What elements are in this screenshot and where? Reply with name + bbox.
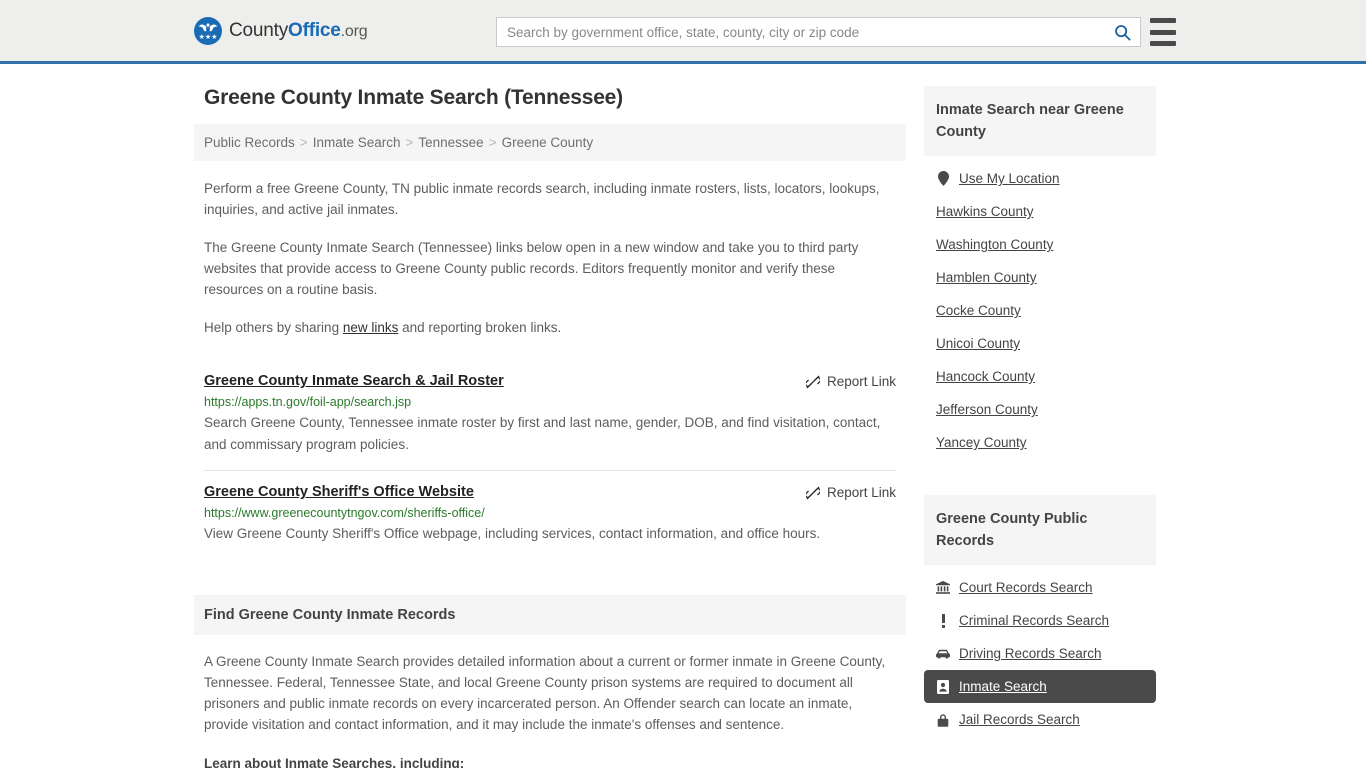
hamburger-menu-icon[interactable]: [1150, 18, 1176, 46]
sidebar-item-cocke-county[interactable]: Cocke County: [924, 294, 1156, 327]
breadcrumb-item-inmate-search[interactable]: Inmate Search: [313, 135, 401, 150]
result-description: Search Greene County, Tennessee inmate r…: [204, 415, 881, 452]
sidebar-item-label: Washington County: [936, 237, 1054, 252]
report-link-button[interactable]: Report Link: [804, 484, 896, 500]
sidebar-nearby-list: Use My Location Hawkins County Washingto…: [924, 156, 1156, 459]
sidebar-item-criminal-records-search[interactable]: Criminal Records Search: [924, 604, 1156, 637]
share-text-before: Help others by sharing: [204, 320, 343, 335]
intro-paragraph-3: Help others by sharing new links and rep…: [204, 317, 896, 338]
sidebar-item-yancey-county[interactable]: Yancey County: [924, 426, 1156, 459]
share-text-after: and reporting broken links.: [398, 320, 562, 335]
sidebar-item-court-records-search[interactable]: Court Records Search: [924, 571, 1156, 604]
id-card-icon: [936, 679, 950, 694]
main-content: Greene County Inmate Search (Tennessee) …: [194, 86, 906, 768]
section-body-find-records: A Greene County Inmate Search provides d…: [194, 651, 906, 768]
breadcrumb-item-public-records[interactable]: Public Records: [204, 135, 295, 150]
intro-paragraph-2: The Greene County Inmate Search (Tenness…: [204, 240, 859, 297]
menu-bar-2: [1150, 29, 1176, 35]
sidebar-item-label: Hancock County: [936, 369, 1036, 384]
search-button[interactable]: [1104, 18, 1140, 46]
sidebar: Inmate Search near Greene County Use My …: [924, 86, 1156, 768]
search-input[interactable]: [497, 18, 1104, 46]
sidebar-item-inmate-search[interactable]: Inmate Search: [924, 670, 1156, 703]
site-header: ★★★ CountyOffice.org: [0, 0, 1366, 64]
sidebar-item-hamblen-county[interactable]: Hamblen County: [924, 261, 1156, 294]
sidebar-item-label: Yancey County: [936, 435, 1027, 450]
breadcrumb-separator-2: >: [405, 135, 414, 150]
sidebar-item-hancock-county[interactable]: Hancock County: [924, 360, 1156, 393]
brand-part-tld: .org: [340, 22, 368, 40]
sidebar-item-washington-county[interactable]: Washington County: [924, 228, 1156, 261]
breadcrumb-separator-1: >: [299, 135, 308, 150]
sidebar-item-label: Driving Records Search: [959, 646, 1102, 661]
menu-bar-3: [1150, 41, 1176, 46]
exclamation-icon: [936, 613, 950, 628]
page-container: Greene County Inmate Search (Tennessee) …: [0, 64, 1366, 768]
lock-icon: [936, 713, 950, 727]
search-bar: [496, 17, 1141, 47]
result-url: https://www.greenecountytngov.com/sherif…: [204, 506, 485, 520]
sidebar-item-label: Criminal Records Search: [959, 613, 1110, 628]
sidebar-item-hawkins-county[interactable]: Hawkins County: [924, 195, 1156, 228]
sidebar-item-jail-records-search[interactable]: Jail Records Search: [924, 703, 1156, 736]
breadcrumb: Public Records > Inmate Search > Tennessee > G…: [194, 124, 906, 161]
sidebar-public-records-list: Court Records Search Criminal Records Se…: [924, 565, 1156, 736]
courthouse-icon: [936, 581, 950, 594]
search-icon: [1114, 24, 1131, 41]
car-icon: [936, 649, 950, 659]
sidebar-heading-nearby: Inmate Search near Greene County: [924, 86, 1156, 156]
sidebar-item-jefferson-county[interactable]: Jefferson County: [924, 393, 1156, 426]
sidebar-item-label: Hawkins County: [936, 204, 1034, 219]
section-paragraph: A Greene County Inmate Search provides d…: [204, 654, 886, 732]
sidebar-item-label: Inmate Search: [959, 679, 1047, 694]
sidebar-card-nearby: Inmate Search near Greene County Use My …: [924, 86, 1156, 459]
map-pin-icon: [936, 171, 950, 186]
result-title-link[interactable]: Greene County Inmate Search & Jail Roste…: [204, 373, 504, 389]
report-link-label: Report Link: [826, 374, 896, 389]
broken-link-icon: [804, 486, 821, 500]
page-title: Greene County Inmate Search (Tennessee): [204, 86, 623, 109]
result-title-link[interactable]: Greene County Sheriff's Office Website: [204, 484, 474, 500]
site-logo-link[interactable]: ★★★ CountyOffice.org: [194, 16, 368, 45]
sidebar-item-label: Hamblen County: [936, 270, 1037, 285]
result-url: https://apps.tn.gov/foil-app/search.jsp: [204, 395, 412, 409]
breadcrumb-item-greene-county[interactable]: Greene County: [502, 135, 594, 150]
results-list: Greene County Inmate Search & Jail Roste…: [194, 360, 906, 559]
result-item: Greene County Sheriff's Office Website R…: [204, 470, 896, 559]
site-logo-text: CountyOffice.org: [229, 19, 368, 42]
sidebar-item-unicoi-county[interactable]: Unicoi County: [924, 327, 1156, 360]
intro-paragraph-1: Perform a free Greene County, TN public …: [204, 181, 880, 217]
sidebar-heading-public-records: Greene County Public Records: [924, 495, 1156, 565]
new-links-link[interactable]: new links: [343, 320, 399, 335]
sidebar-item-label: Cocke County: [936, 303, 1021, 318]
intro-text: Perform a free Greene County, TN public …: [194, 178, 906, 338]
sidebar-item-label: Jail Records Search: [959, 712, 1080, 727]
report-link-label: Report Link: [826, 485, 896, 500]
learn-about-label: Learn about Inmate Searches, including:: [204, 756, 465, 768]
breadcrumb-separator-3: >: [488, 135, 497, 150]
logo-stars-icon: ★★★: [198, 33, 218, 41]
section-heading-find-records: Find Greene County Inmate Records: [194, 595, 906, 635]
broken-link-icon: [804, 375, 821, 389]
breadcrumb-item-tennessee[interactable]: Tennessee: [418, 135, 483, 150]
sidebar-item-label: Use My Location: [959, 171, 1060, 186]
menu-bar-1: [1150, 18, 1176, 23]
sidebar-item-label: Court Records Search: [959, 580, 1093, 595]
sidebar-item-label: Unicoi County: [936, 336, 1021, 351]
sidebar-card-public-records: Greene County Public Records Court Recor…: [924, 495, 1156, 736]
brand-part-office: Office: [288, 19, 341, 41]
brand-part-county: County: [229, 19, 289, 41]
sidebar-item-driving-records-search[interactable]: Driving Records Search: [924, 637, 1156, 670]
result-description: View Greene County Sheriff's Office webp…: [204, 526, 821, 541]
eagle-stars-logo-icon: ★★★: [194, 16, 222, 45]
result-item: Greene County Inmate Search & Jail Roste…: [204, 360, 896, 470]
report-link-button[interactable]: Report Link: [804, 373, 896, 389]
sidebar-item-use-my-location[interactable]: Use My Location: [924, 162, 1156, 195]
sidebar-item-label: Jefferson County: [936, 402, 1038, 417]
